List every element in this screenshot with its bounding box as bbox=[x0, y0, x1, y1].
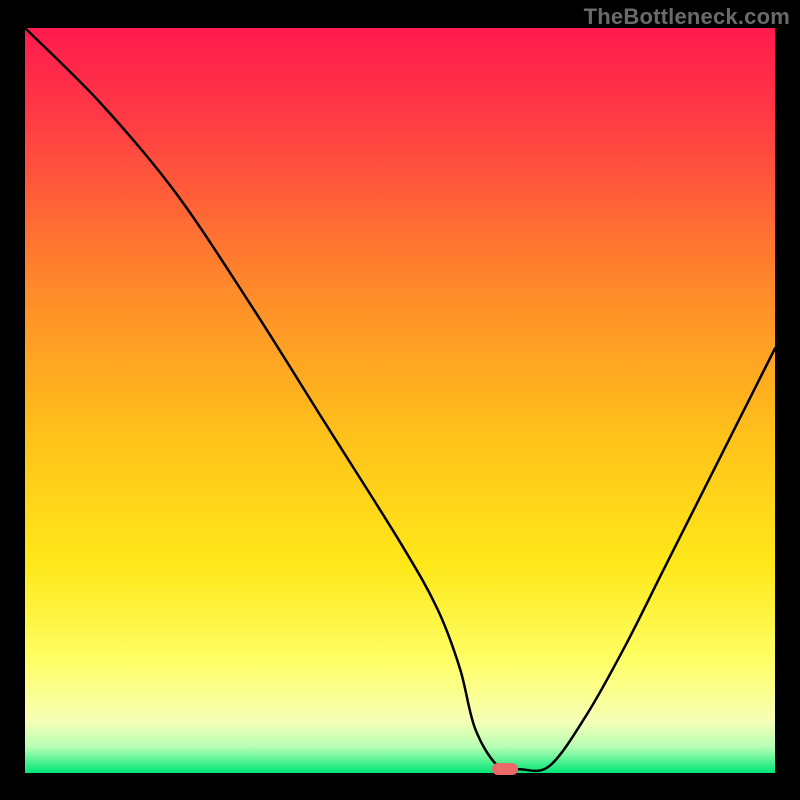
optimal-marker bbox=[492, 763, 518, 775]
plot-area bbox=[25, 28, 775, 773]
watermark-text: TheBottleneck.com bbox=[584, 4, 790, 30]
chart-container: TheBottleneck.com bbox=[0, 0, 800, 800]
gradient-background bbox=[25, 28, 775, 773]
bottleneck-chart-svg bbox=[25, 28, 775, 773]
